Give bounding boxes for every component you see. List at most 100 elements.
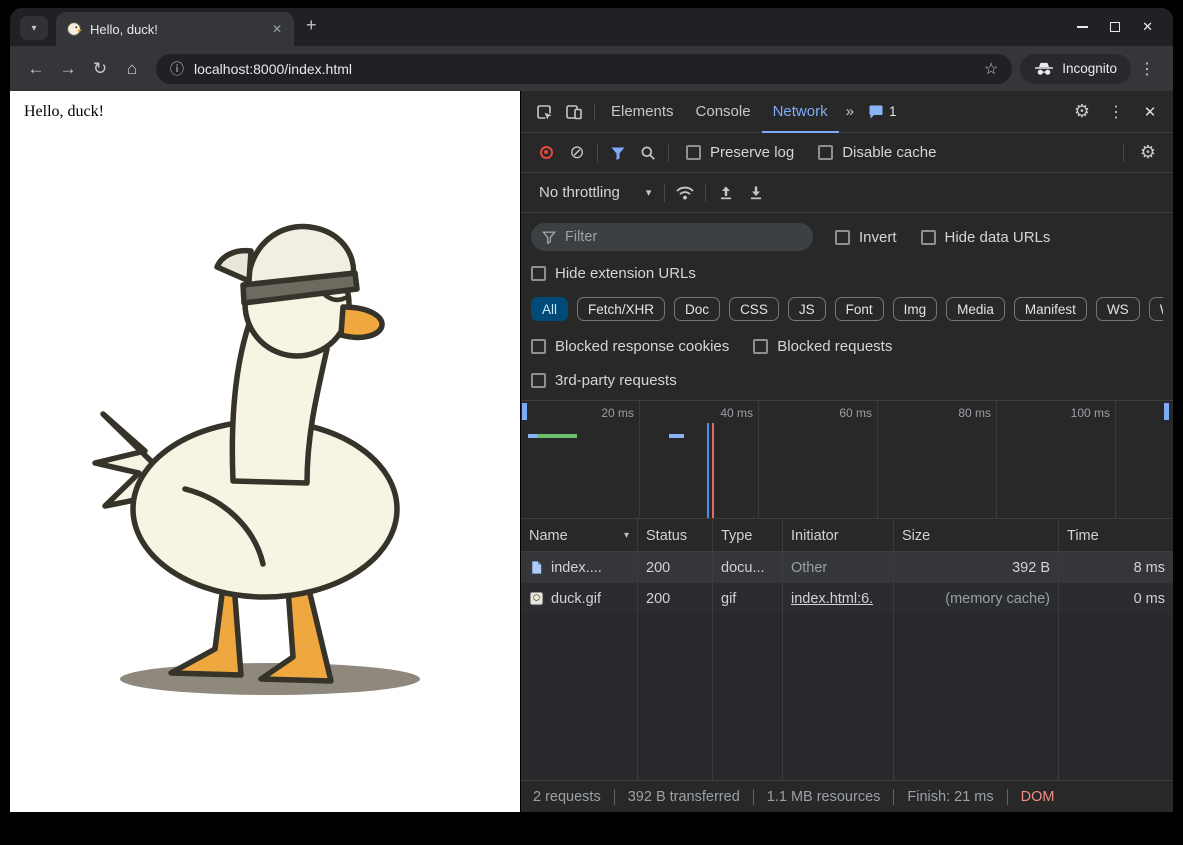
devtools-panel: Elements Console Network » 1 ⚙ ⋮ ✕	[520, 91, 1173, 812]
request-status-cell: 200	[638, 583, 713, 614]
chip-fetch-xhr[interactable]: Fetch/XHR	[577, 297, 665, 321]
request-initiator-cell[interactable]: index.html:6.	[783, 583, 894, 614]
network-overview-timeline[interactable]: 20 ms 40 ms 60 ms 80 ms 100 ms	[521, 401, 1173, 519]
timeline-right-handle[interactable]	[1164, 403, 1169, 420]
back-icon[interactable]: ←	[20, 53, 52, 85]
timeline-left-handle[interactable]	[522, 403, 527, 420]
request-bar	[669, 434, 684, 438]
image-file-icon	[529, 591, 544, 606]
import-har-icon[interactable]	[711, 178, 741, 208]
devtools-close-icon[interactable]: ✕	[1135, 97, 1165, 127]
request-name-cell[interactable]: duck.gif	[521, 583, 638, 614]
chip-js[interactable]: JS	[788, 297, 826, 321]
checkbox[interactable]	[818, 145, 833, 160]
window-close-icon[interactable]: ✕	[1142, 19, 1153, 35]
forward-icon[interactable]: →	[52, 53, 84, 85]
disable-cache-checkbox[interactable]: Disable cache	[818, 144, 936, 161]
header-type[interactable]: Type	[713, 519, 783, 552]
devtools-tabbar: Elements Console Network » 1 ⚙ ⋮ ✕	[521, 91, 1173, 133]
home-icon[interactable]: ⌂	[116, 53, 148, 85]
browser-menu-kebab-icon[interactable]: ⋮	[1139, 59, 1155, 79]
tab-close-icon[interactable]: ✕	[268, 22, 286, 36]
chip-doc[interactable]: Doc	[674, 297, 720, 321]
sort-down-icon: ▾	[618, 530, 629, 541]
checkbox[interactable]	[531, 373, 546, 388]
header-initiator[interactable]: Initiator	[783, 519, 894, 552]
header-time[interactable]: Time	[1059, 519, 1173, 552]
export-har-icon[interactable]	[741, 178, 771, 208]
checkbox[interactable]	[921, 230, 936, 245]
issues-button[interactable]: 1	[861, 104, 904, 120]
more-tabs-icon[interactable]: »	[839, 103, 861, 120]
checkbox[interactable]	[753, 339, 768, 354]
clear-network-log-icon[interactable]: ⊘	[562, 138, 592, 168]
issues-count: 1	[889, 104, 897, 119]
header-name[interactable]: Name ▾	[521, 519, 638, 552]
third-party-requests-checkbox[interactable]: 3rd-party requests	[531, 372, 677, 389]
chip-img[interactable]: Img	[893, 297, 938, 321]
blocked-requests-label: Blocked requests	[777, 338, 892, 355]
chip-manifest[interactable]: Manifest	[1014, 297, 1087, 321]
network-settings-gear-icon[interactable]: ⚙	[1133, 138, 1163, 168]
empty-cell	[783, 614, 894, 780]
hide-data-urls-checkbox[interactable]: Hide data URLs	[921, 229, 1051, 246]
search-icon[interactable]	[633, 138, 663, 168]
tab-network[interactable]: Network	[762, 91, 839, 133]
devtools-tabbar-right: ⚙ ⋮ ✕	[1067, 97, 1165, 127]
browser-window: ▾ Hello, duck! ✕ + ✕ ← → ↻ ⌂ ⓘ localhost…	[10, 8, 1173, 812]
checkbox[interactable]	[835, 230, 850, 245]
devtools-menu-kebab-icon[interactable]: ⋮	[1101, 97, 1131, 127]
maximize-icon[interactable]	[1110, 22, 1120, 32]
empty-cell	[638, 614, 713, 780]
chip-ws[interactable]: WS	[1096, 297, 1140, 321]
bookmark-star-icon[interactable]: ☆	[984, 59, 998, 79]
tab-search-button[interactable]: ▾	[20, 16, 48, 40]
preserve-log-checkbox[interactable]: Preserve log	[686, 144, 794, 161]
resource-type-chips: All Fetch/XHR Doc CSS JS Font Img Media …	[531, 290, 1163, 328]
inspect-element-icon[interactable]	[529, 97, 559, 127]
table-row[interactable]: duck.gif 200 gif index.html:6. (memory c…	[521, 583, 1173, 614]
domcontentloaded-stat: DOM	[1021, 789, 1055, 805]
chip-media[interactable]: Media	[946, 297, 1005, 321]
hide-extension-urls-checkbox[interactable]: Hide extension URLs	[531, 265, 696, 282]
network-toolbar-right: ⚙	[1118, 138, 1163, 168]
timeline-column: 100 ms	[997, 401, 1116, 518]
throttling-select[interactable]: No throttling ▾	[531, 184, 659, 201]
chip-font[interactable]: Font	[835, 297, 884, 321]
web-page: Hello, duck!	[10, 91, 520, 812]
table-row[interactable]: index.... 200 docu... Other 392 B 8 ms	[521, 552, 1173, 583]
browser-tab[interactable]: Hello, duck! ✕	[56, 12, 294, 46]
filter-funnel-icon[interactable]	[603, 138, 633, 168]
divider	[664, 184, 665, 202]
transferred-stat: 392 B transferred	[628, 789, 740, 805]
checkbox[interactable]	[686, 145, 701, 160]
devtools-settings-gear-icon[interactable]: ⚙	[1067, 97, 1097, 127]
checkbox[interactable]	[531, 266, 546, 281]
request-type-cell: gif	[713, 583, 783, 614]
blocked-requests-checkbox[interactable]: Blocked requests	[753, 338, 892, 355]
timeline-tick: 80 ms	[958, 406, 991, 420]
chip-css[interactable]: CSS	[729, 297, 779, 321]
throttling-value: No throttling	[539, 184, 620, 201]
device-toolbar-icon[interactable]	[559, 97, 589, 127]
filter-input[interactable]: Filter	[531, 223, 813, 251]
network-conditions-icon[interactable]	[670, 178, 700, 208]
header-status[interactable]: Status	[638, 519, 713, 552]
header-size[interactable]: Size	[894, 519, 1059, 552]
invert-checkbox[interactable]: Invert	[835, 229, 897, 246]
chip-wasm[interactable]: Wasm	[1149, 297, 1163, 321]
new-tab-button[interactable]: +	[306, 15, 317, 36]
initiator-link[interactable]: index.html:6.	[791, 591, 873, 607]
tab-console[interactable]: Console	[685, 91, 762, 133]
address-bar[interactable]: ⓘ localhost:8000/index.html ☆	[156, 54, 1012, 84]
chip-all[interactable]: All	[531, 297, 568, 321]
minimize-icon[interactable]	[1077, 26, 1088, 28]
record-network-log-icon[interactable]	[540, 146, 553, 159]
reload-icon[interactable]: ↻	[84, 53, 116, 85]
tab-elements[interactable]: Elements	[600, 91, 685, 133]
checkbox[interactable]	[531, 339, 546, 354]
request-name-cell[interactable]: index....	[521, 552, 638, 583]
blocked-response-cookies-checkbox[interactable]: Blocked response cookies	[531, 338, 729, 355]
tab-title: Hello, duck!	[90, 22, 260, 37]
site-info-icon[interactable]: ⓘ	[170, 59, 184, 79]
